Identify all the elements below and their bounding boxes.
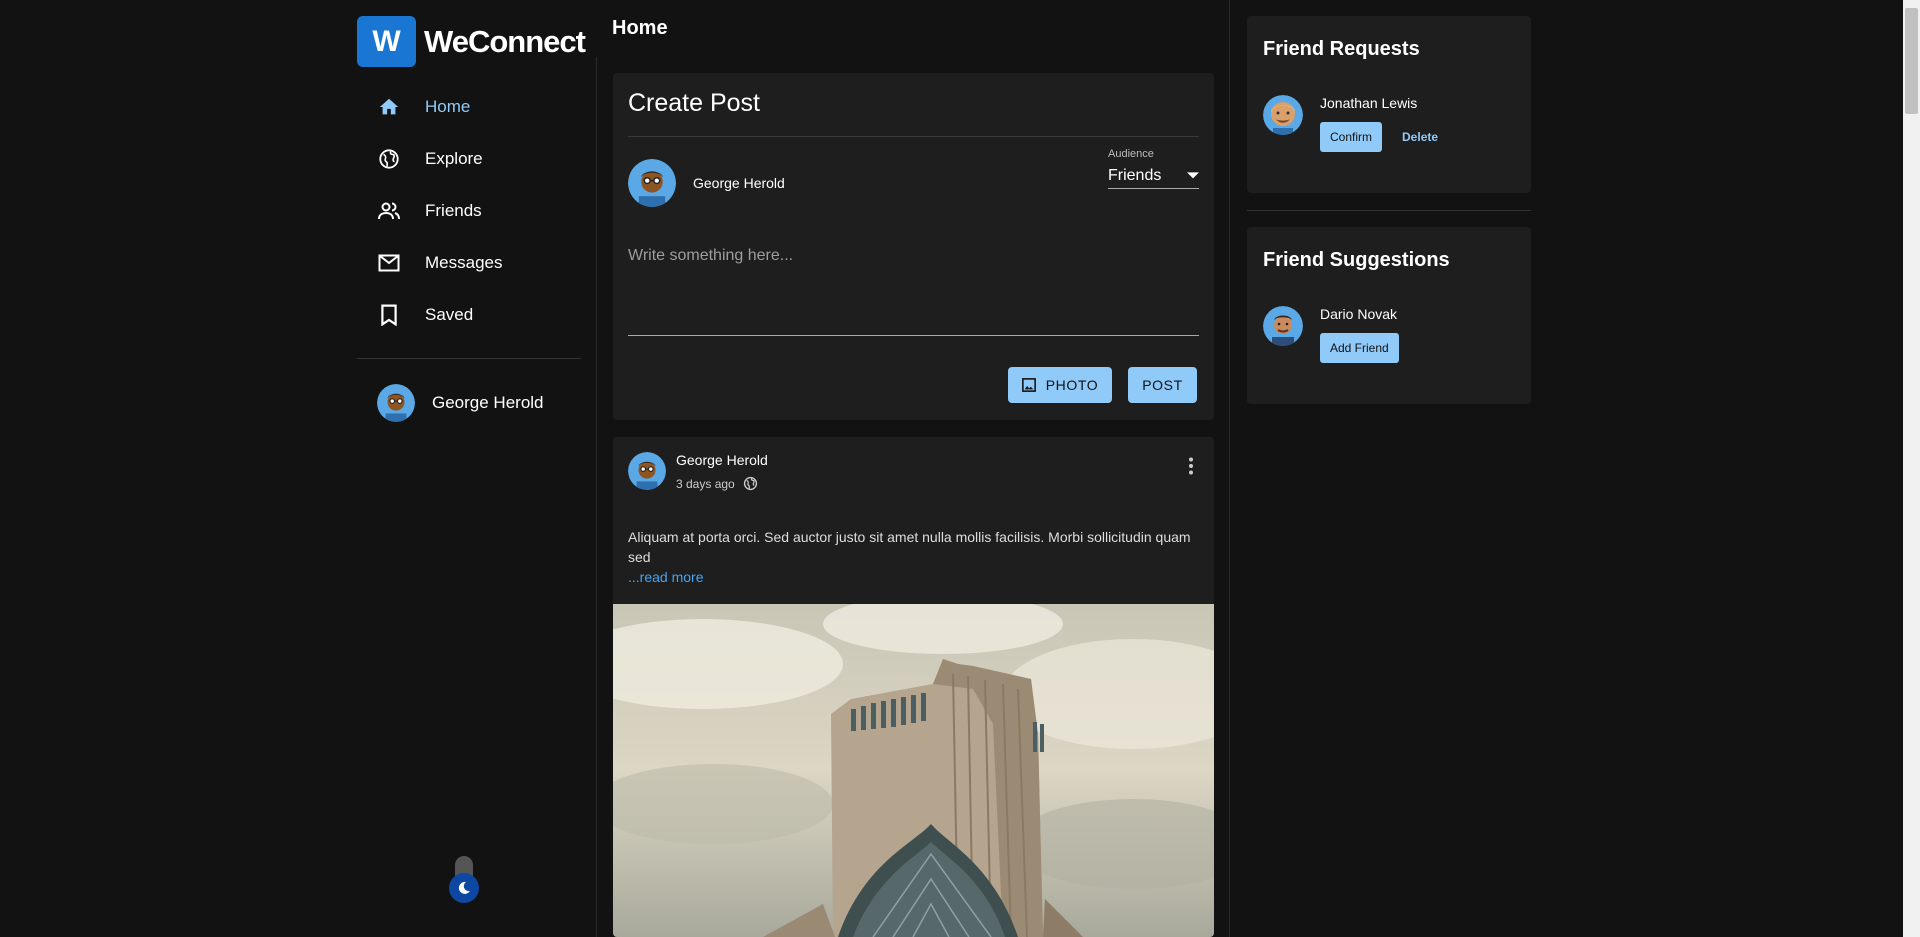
nav-item-saved[interactable]: Saved (357, 289, 581, 341)
friend-requests-panel: Friend Requests Jonathan Lewis Confirm D… (1247, 16, 1531, 193)
column-divider-left (596, 0, 597, 937)
more-options-icon[interactable] (1188, 457, 1194, 480)
photo-button[interactable]: PHOTO (1008, 367, 1112, 403)
logo[interactable]: W WeConnect (357, 16, 586, 67)
feed-post: George Herold 3 days ago Aliquam at port… (613, 437, 1214, 937)
nav-item-messages[interactable]: Messages (357, 237, 581, 289)
image-icon (1021, 378, 1036, 392)
sidebar-user[interactable]: George Herold (377, 384, 544, 422)
caret-down-icon (1187, 167, 1199, 185)
photo-button-label: PHOTO (1045, 377, 1099, 393)
nav-label-friends: Friends (425, 201, 482, 220)
moon-icon (449, 873, 479, 903)
audience-select[interactable]: Audience Friends (1108, 148, 1199, 189)
friend-suggestion-item: Dario Novak Add Friend (1263, 306, 1399, 363)
mail-icon (377, 251, 401, 275)
app-name: WeConnect (424, 23, 586, 59)
read-more-link[interactable]: ...read more (628, 567, 1199, 587)
post-text-input[interactable]: Write something here... (628, 239, 1199, 336)
friend-suggestions-title: Friend Suggestions (1263, 249, 1450, 271)
friend-request-item: Jonathan Lewis Confirm Delete (1263, 95, 1438, 152)
theme-toggle[interactable] (449, 856, 479, 906)
post-author-name: George Herold (676, 452, 768, 468)
right-panel-divider (1247, 210, 1531, 211)
delete-button[interactable]: Delete (1402, 130, 1438, 144)
post-body: Aliquam at porta orci. Sed auctor justo … (628, 527, 1199, 587)
nav-menu: Home Explore Friends Messages Saved (357, 81, 581, 341)
top-bar: Home (596, 0, 1228, 57)
audience-value: Friends (1108, 167, 1162, 184)
globe-icon (743, 476, 758, 491)
friend-suggestion-name[interactable]: Dario Novak (1320, 306, 1399, 322)
create-post-author-name: George Herold (693, 175, 785, 191)
post-photo[interactable] (613, 604, 1214, 937)
create-post-card: Create Post George Herold Audience Frien… (613, 73, 1214, 420)
home-icon (377, 95, 401, 119)
nav-item-explore[interactable]: Explore (357, 133, 581, 185)
sidebar-user-name: George Herold (432, 393, 544, 412)
add-friend-button[interactable]: Add Friend (1320, 333, 1399, 363)
column-divider-right (1229, 0, 1230, 937)
post-text: Aliquam at porta orci. Sed auctor justo … (628, 529, 1191, 565)
post-time: 3 days ago (676, 476, 735, 491)
post-button[interactable]: POST (1128, 367, 1197, 403)
nav-label-saved: Saved (425, 305, 474, 324)
nav-label-home: Home (425, 97, 471, 116)
people-icon (377, 199, 401, 223)
audience-value-field[interactable]: Friends (1108, 164, 1199, 189)
page-scrollbar[interactable] (1903, 0, 1920, 937)
nav-divider (357, 358, 581, 359)
scrollbar-thumb[interactable] (1905, 8, 1918, 114)
logo-badge: W (357, 16, 416, 67)
create-post-author: George Herold (628, 159, 785, 207)
bookmark-icon (377, 303, 401, 327)
page-title: Home (612, 17, 668, 39)
friend-suggestions-panel: Friend Suggestions Dario Novak Add Frien… (1247, 227, 1531, 404)
nav-item-home[interactable]: Home (357, 81, 581, 133)
post-author[interactable]: George Herold 3 days ago (628, 452, 768, 491)
globe-icon (377, 147, 401, 171)
friend-request-name[interactable]: Jonathan Lewis (1320, 95, 1438, 111)
nav-item-friends[interactable]: Friends (357, 185, 581, 237)
avatar (628, 159, 676, 207)
sidebar: W WeConnect Home Explore Friends Message… (357, 0, 586, 937)
create-post-title: Create Post (628, 89, 761, 117)
avatar[interactable] (1263, 95, 1303, 135)
nav-label-messages: Messages (425, 253, 503, 272)
avatar (377, 384, 415, 422)
avatar[interactable] (1263, 306, 1303, 346)
audience-label: Audience (1108, 148, 1154, 160)
avatar (628, 452, 666, 490)
confirm-button[interactable]: Confirm (1320, 122, 1383, 152)
friend-requests-title: Friend Requests (1263, 38, 1420, 60)
post-text-placeholder: Write something here... (628, 247, 794, 264)
nav-label-explore: Explore (425, 149, 483, 168)
create-post-divider (628, 136, 1199, 137)
post-button-label: POST (1142, 377, 1183, 393)
